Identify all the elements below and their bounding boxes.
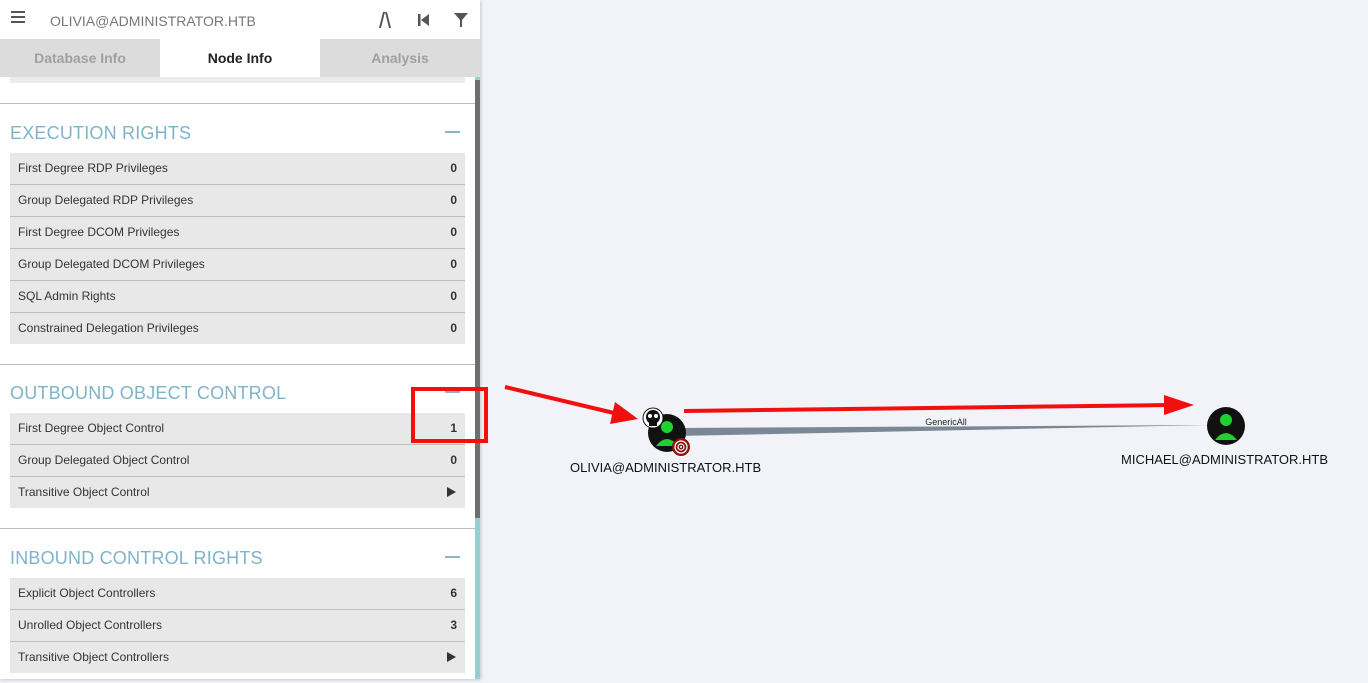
graph-canvas[interactable]: GenericAll — [0, 0, 1368, 683]
user-icon — [1220, 414, 1232, 426]
annotation-arrow-to-node — [504, 385, 638, 424]
michael-node-label: MICHAEL@ADMINISTRATOR.HTB — [1121, 452, 1329, 467]
user-icon — [661, 421, 673, 433]
target-icon — [672, 438, 690, 456]
olivia-node[interactable] — [642, 407, 690, 456]
annotation-arrow-to-target — [683, 395, 1194, 415]
annotation-highlight-box — [411, 387, 488, 443]
skull-icon — [642, 407, 664, 429]
olivia-node-label: OLIVIA@ADMINISTRATOR.HTB — [570, 460, 762, 475]
edge-label: GenericAll — [925, 417, 967, 427]
michael-node[interactable] — [1207, 407, 1245, 445]
